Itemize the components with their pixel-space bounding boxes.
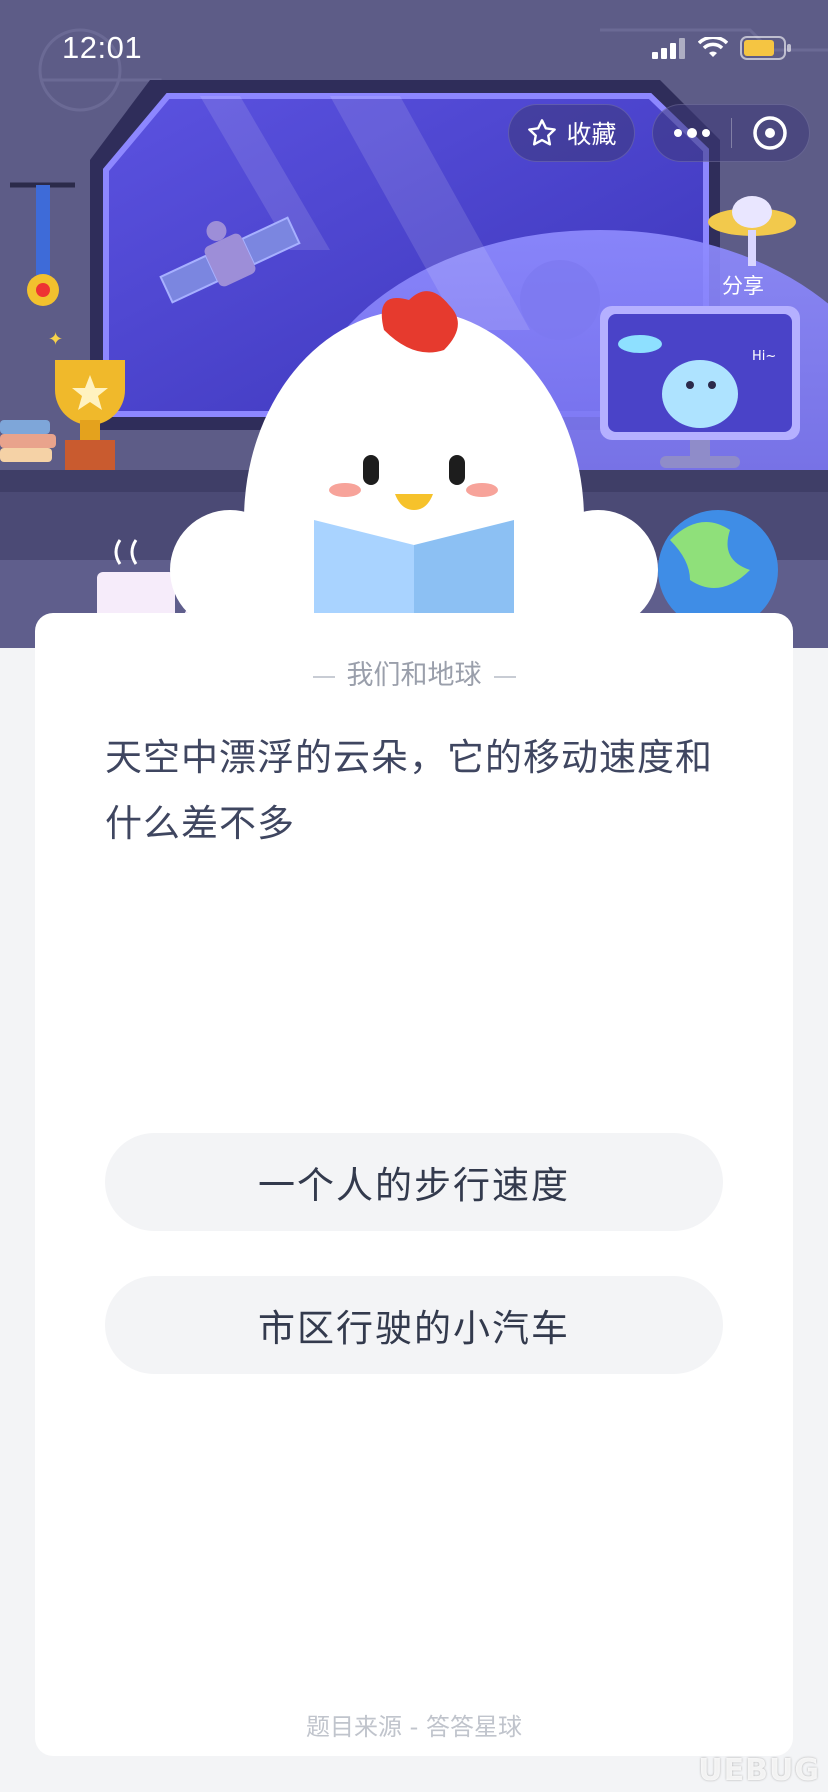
space-room-scene: ✦ Hi~ — [0, 0, 828, 648]
wifi-icon — [698, 37, 728, 57]
globe-icon — [658, 510, 778, 630]
site-watermark: UEBUG — [698, 1753, 820, 1788]
category-dash-right — [493, 675, 516, 678]
answer-option-2[interactable]: 市区行驶的小汽车 — [105, 1276, 723, 1374]
svg-text:✦: ✦ — [48, 329, 63, 350]
quiz-category: 我们和地球 — [35, 653, 793, 692]
mini-program-capsule — [652, 104, 810, 162]
header-illustration: ✦ Hi~ — [0, 0, 828, 648]
quiz-card: 我们和地球 天空中漂浮的云朵，它的移动速度和什么差不多 一个人的步行速度 市区行… — [35, 613, 793, 1756]
answer-option-1[interactable]: 一个人的步行速度 — [105, 1133, 723, 1231]
close-button[interactable] — [732, 105, 809, 161]
favorite-label: 收藏 — [566, 120, 617, 149]
battery-icon — [740, 36, 791, 60]
question-source: 题目来源 - 答答星球 — [306, 1713, 522, 1741]
status-time: 12:01 — [62, 30, 143, 65]
more-dots-icon — [674, 128, 710, 138]
hi-bubble-text: Hi~ — [752, 349, 776, 364]
category-dash-left — [312, 675, 335, 678]
share-label[interactable]: 分享 — [722, 270, 764, 300]
question-text: 天空中漂浮的云朵，它的移动速度和什么差不多 — [105, 736, 713, 845]
books-icon — [0, 420, 56, 462]
status-icons — [652, 36, 792, 60]
category-label: 我们和地球 — [346, 660, 482, 691]
cellular-signal-icon — [652, 38, 685, 59]
star-icon — [528, 119, 557, 146]
favorite-button[interactable]: 收藏 — [508, 104, 635, 162]
more-button[interactable] — [653, 105, 731, 161]
close-circle-icon — [753, 116, 788, 150]
